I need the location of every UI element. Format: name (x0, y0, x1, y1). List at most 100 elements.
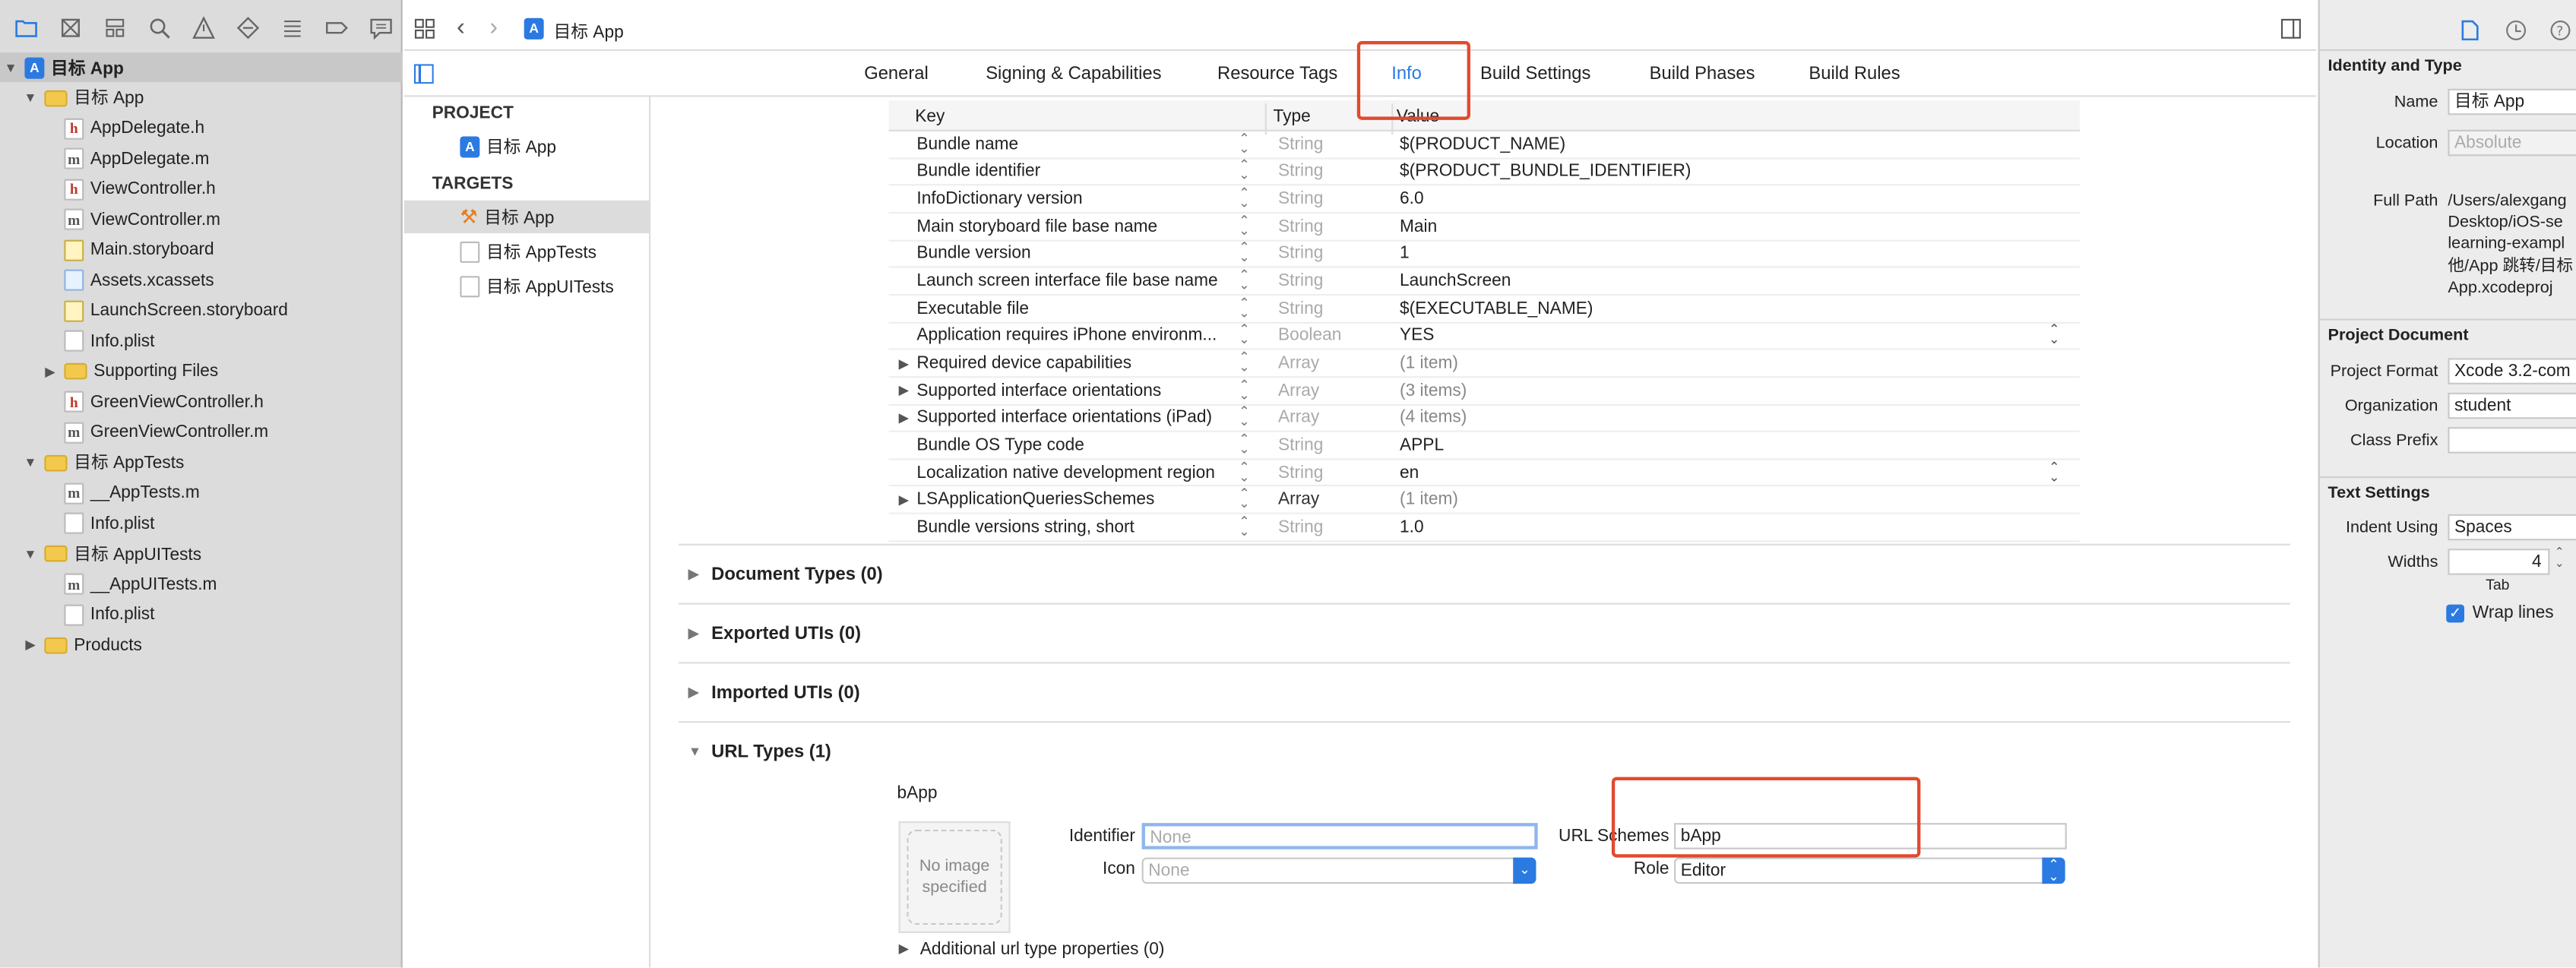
navigator-item[interactable]: h AppDelegate.h (0, 113, 403, 143)
stepper-icon[interactable]: ⌃ ⌄ (2555, 547, 2565, 570)
section-header[interactable]: ▶ Document Types (0) (678, 543, 2290, 603)
plist-row[interactable]: InfoDictionary version ⌃ ⌄ String 6.0 (888, 186, 2081, 214)
popup-arrows-icon[interactable]: ⌃ ⌄ (2049, 324, 2059, 346)
name-field[interactable]: 目标 App (2448, 88, 2576, 115)
plist-key[interactable]: Supported interface orientations (916, 381, 1161, 400)
plist-row[interactable]: Bundle OS Type code ⌃ ⌄ String APPL (888, 432, 2081, 460)
plist-value[interactable]: (1 item) (1400, 353, 1458, 373)
plist-type[interactable]: String (1278, 517, 1323, 537)
wrap-lines-checkbox[interactable]: ✓ (2446, 604, 2464, 623)
plist-key[interactable]: Bundle versions string, short (916, 517, 1134, 537)
navigator-item[interactable]: ▼ A 目标 App (0, 52, 403, 83)
key-stepper-icon[interactable]: ⌃ ⌄ (1239, 406, 1249, 429)
plist-row[interactable]: ▶ LSApplicationQueriesSchemes ⌃ ⌄ Array (1 it… (888, 487, 2081, 514)
disclosure-open-icon[interactable]: ▼ (3, 60, 17, 74)
section-header[interactable]: ▶ Exported UTIs (0) (678, 603, 2290, 662)
plist-value[interactable]: $(PRODUCT_BUNDLE_IDENTIFIER) (1400, 162, 1691, 182)
disclosure-open-icon[interactable]: ▼ (23, 455, 37, 470)
plist-key[interactable]: Executable file (916, 299, 1029, 318)
plist-type[interactable]: String (1278, 271, 1323, 291)
plist-value[interactable]: (4 items) (1400, 408, 1467, 428)
disclosure-closed-icon[interactable]: ▶ (899, 356, 909, 370)
debug-icon[interactable] (270, 11, 314, 44)
tab-signing[interactable]: Signing & Capabilities (986, 64, 1161, 84)
plist-value[interactable]: (1 item) (1400, 490, 1458, 510)
identifier-field[interactable]: None (1141, 823, 1538, 849)
plist-key[interactable]: Main storyboard file base name (916, 217, 1157, 236)
plist-type[interactable]: String (1278, 299, 1323, 318)
plist-row[interactable]: Launch screen interface file base name ⌃ ⌄… (888, 268, 2081, 296)
plist-row[interactable]: Localization native development region ⌃ ⌄… (888, 460, 2081, 487)
plist-value[interactable]: $(PRODUCT_NAME) (1400, 134, 1565, 154)
plist-row[interactable]: ▶ Supported interface orientations ⌃ ⌄ Array… (888, 378, 2081, 406)
forward-chevron-icon[interactable]: › (489, 13, 498, 41)
symbol-icon[interactable] (92, 11, 136, 44)
plist-type[interactable]: Boolean (1278, 326, 1341, 346)
plist-row[interactable]: Executable file ⌃ ⌄ String $(EXECUTABLE_NAME… (888, 296, 2081, 324)
plist-key[interactable]: Bundle name (916, 134, 1018, 154)
disclosure-triangle-icon[interactable]: ▶ (899, 941, 909, 956)
source-control-icon[interactable] (48, 11, 92, 44)
plist-value[interactable]: 1.0 (1400, 517, 1424, 537)
key-stepper-icon[interactable]: ⌃ ⌄ (1239, 351, 1249, 374)
navigator-item[interactable]: ▼ 目标 App (0, 83, 403, 112)
tab-build-settings[interactable]: Build Settings (1480, 64, 1590, 84)
plist-key[interactable]: InfoDictionary version (916, 189, 1082, 209)
plist-type[interactable]: Array (1278, 408, 1319, 428)
disclosure-closed-icon[interactable]: ▶ (899, 492, 909, 507)
file-icon[interactable] (2461, 20, 2479, 41)
plist-value[interactable]: APPL (1400, 435, 1444, 455)
sidebar-toggle-icon[interactable] (413, 64, 434, 84)
section-header[interactable]: ▼ URL Types (1) (678, 721, 2290, 780)
plist-type[interactable]: Array (1278, 353, 1319, 373)
plist-key[interactable]: Application requires iPhone environm... (916, 326, 1217, 346)
plist-row[interactable]: Bundle versions string, short ⌃ ⌄ String 1.0 (888, 514, 2081, 542)
plist-key[interactable]: LSApplicationQueriesSchemes (916, 490, 1154, 510)
plist-type[interactable]: String (1278, 463, 1323, 482)
plist-row[interactable]: Bundle identifier ⌃ ⌄ String $(PRODUCT_BUNDL… (888, 159, 2081, 187)
plist-type[interactable]: String (1278, 162, 1323, 182)
disclosure-closed-icon[interactable]: ▶ (679, 626, 711, 641)
disclosure-open-icon[interactable]: ▼ (23, 546, 37, 561)
disclosure-closed-icon[interactable]: ▶ (679, 567, 711, 581)
key-stepper-icon[interactable]: ⌃ ⌄ (1239, 214, 1249, 237)
tab-width-field[interactable]: 4 (2448, 549, 2550, 575)
icon-popup[interactable]: None ⌄ (1141, 857, 1536, 884)
key-stepper-icon[interactable]: ⌃ ⌄ (1239, 378, 1249, 401)
key-stepper-icon[interactable]: ⌃ ⌄ (1239, 187, 1249, 210)
url-type-image-well[interactable]: No image specified (898, 821, 1011, 934)
navigator-item[interactable]: Info.plist (0, 508, 403, 538)
inspector-toggle-icon[interactable] (2280, 18, 2302, 40)
plist-key[interactable]: Localization native development region (916, 463, 1215, 482)
tab-build-phases[interactable]: Build Phases (1650, 64, 1755, 84)
navigator-item[interactable]: ▶ Products (0, 630, 403, 660)
navigator-item[interactable]: ▶ Supporting Files (0, 356, 403, 386)
plist-value[interactable]: $(EXECUTABLE_NAME) (1400, 299, 1593, 318)
plist-type[interactable]: String (1278, 435, 1323, 455)
navigator-item[interactable]: ▼ 目标 AppUITests (0, 539, 403, 568)
target-item-tests[interactable]: 目标 AppTests (404, 235, 650, 267)
key-stepper-icon[interactable]: ⌃ ⌄ (1239, 488, 1249, 511)
help-icon[interactable]: ? (2549, 20, 2571, 41)
navigator-item[interactable]: LaunchScreen.storyboard (0, 296, 403, 325)
search-icon[interactable] (136, 11, 180, 44)
plist-type[interactable]: Array (1278, 381, 1319, 400)
folder-icon[interactable] (3, 11, 47, 44)
plist-key[interactable]: Required device capabilities (916, 353, 1131, 373)
plist-key[interactable]: Supported interface orientations (iPad) (916, 408, 1212, 428)
tab-build-rules[interactable]: Build Rules (1809, 64, 1900, 84)
back-chevron-icon[interactable]: ‹ (457, 13, 465, 41)
plist-key[interactable]: Bundle identifier (916, 162, 1040, 182)
navigator-item[interactable]: m ViewController.m (0, 204, 403, 234)
navigator-item[interactable]: Main.storyboard (0, 235, 403, 264)
key-stepper-icon[interactable]: ⌃ ⌄ (1239, 296, 1249, 319)
project-item[interactable]: A 目标 App (404, 130, 650, 163)
report-icon[interactable] (358, 11, 402, 44)
plist-key[interactable]: Launch screen interface file base name (916, 271, 1217, 291)
section-header[interactable]: ▶ Imported UTIs (0) (678, 662, 2290, 721)
navigator-item[interactable]: m AppDelegate.m (0, 144, 403, 173)
plist-type[interactable]: String (1278, 134, 1323, 154)
plist-row[interactable]: Main storyboard file base name ⌃ ⌄ String Ma… (888, 214, 2081, 242)
plist-row[interactable]: ▶ Supported interface orientations (iPad)… (888, 405, 2081, 433)
breadcrumb[interactable]: 目标 App (554, 20, 624, 44)
